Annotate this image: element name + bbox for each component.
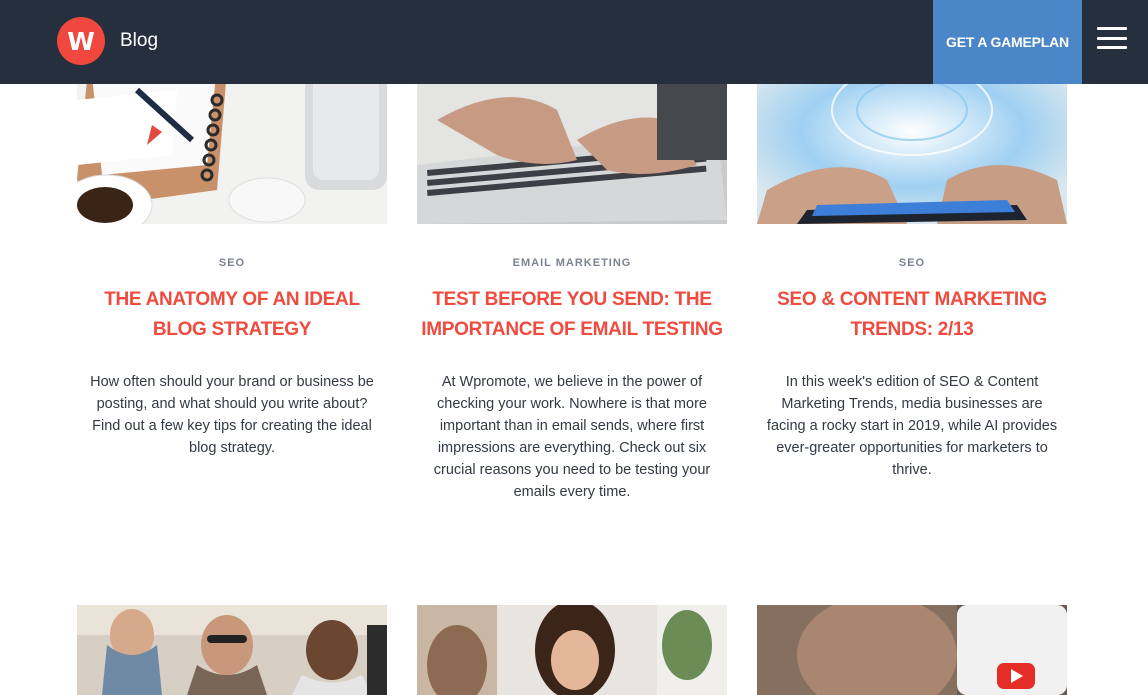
post-card-blog-strategy: SEO THE ANATOMY OF AN IDEAL BLOG STRATEG…	[77, 257, 387, 517]
post-image-seo-trends[interactable]	[757, 70, 1067, 224]
post-title[interactable]: TEST BEFORE YOU SEND: THE IMPORTANCE OF …	[417, 285, 727, 345]
logo-letter: W	[67, 26, 95, 56]
post-image-email-testing[interactable]	[417, 70, 727, 224]
woman-smiling-meeting-photo	[417, 605, 727, 695]
blog-title-link[interactable]: Blog	[120, 30, 158, 52]
post-excerpt: In this week's edition of SEO & Content …	[766, 374, 1058, 478]
post-category[interactable]: EMAIL MARKETING	[417, 257, 727, 269]
hands-typing-laptop-photo	[417, 70, 727, 224]
post-image-row2-1[interactable]	[77, 605, 387, 695]
wpromote-logo[interactable]: W	[57, 17, 105, 65]
post-title[interactable]: SEO & CONTENT MARKETING TRENDS: 2/13	[757, 285, 1067, 345]
post-category[interactable]: SEO	[77, 257, 387, 269]
team-clapping-photo	[77, 605, 387, 695]
post-category[interactable]: SEO	[757, 257, 1067, 269]
post-image-blog-strategy[interactable]	[77, 70, 387, 224]
post-image-row2-2[interactable]	[417, 605, 727, 695]
post-image-row2-3[interactable]	[757, 605, 1067, 695]
post-excerpt: At Wpromote, we believe in the power of …	[433, 374, 711, 500]
post-card-email-testing: EMAIL MARKETING TEST BEFORE YOU SEND: TH…	[417, 257, 727, 517]
ai-brain-smartphone-photo	[757, 70, 1067, 224]
post-card-seo-trends: SEO SEO & CONTENT MARKETING TRENDS: 2/13…	[757, 257, 1067, 517]
hamburger-menu-icon[interactable]	[1097, 27, 1127, 49]
notebook-pen-coffee-photo	[77, 70, 387, 224]
site-header: W Blog GET A GAMEPLAN	[0, 0, 1148, 84]
get-a-gameplan-button[interactable]: GET A GAMEPLAN	[933, 0, 1082, 84]
post-title[interactable]: THE ANATOMY OF AN IDEAL BLOG STRATEGY	[77, 285, 387, 345]
smartphone-youtube-photo	[757, 605, 1067, 695]
post-excerpt: How often should your brand or business …	[90, 374, 374, 456]
